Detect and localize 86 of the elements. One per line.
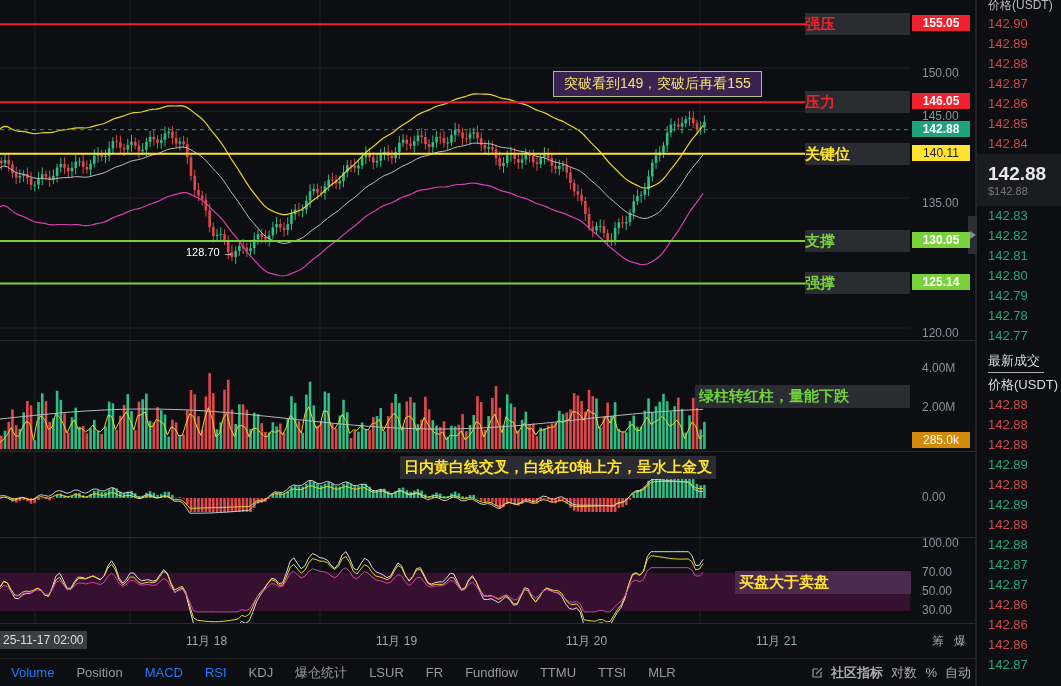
trade-price: 142.86 [988, 616, 1029, 634]
bid-price: 142.78 [988, 307, 1029, 325]
toolbar-button[interactable]: 自动 [941, 663, 975, 682]
trade-price: 142.87 [988, 656, 1029, 674]
price-tag: 146.05 [912, 93, 970, 110]
column-header: 价格(USDT) [988, 0, 1054, 14]
trade-price: 142.88 [988, 416, 1029, 434]
indicator-tab[interactable]: MACD [133, 665, 194, 680]
crosshair-time-label: 25-11-17 02:00 [0, 631, 87, 649]
trade-price: 142.88 [988, 516, 1029, 534]
collapse-button[interactable] [968, 216, 977, 254]
indicator-tab[interactable]: Position [65, 665, 134, 680]
toolbar-button[interactable]: % [921, 665, 941, 680]
ask-price: 142.85 [988, 115, 1029, 133]
axis-label: 30.00 [922, 603, 953, 617]
ask-price: 142.90 [988, 15, 1029, 33]
callout-label: 突破看到149，突破后再看155 [553, 71, 762, 97]
ask-price: 142.88 [988, 55, 1029, 73]
trade-price: 142.87 [988, 556, 1029, 574]
axis-label: 100.00 [922, 536, 959, 550]
bid-price: 142.80 [988, 267, 1029, 285]
ask-price: 142.87 [988, 75, 1029, 93]
price-tag: 140.11 [912, 144, 970, 161]
price-tag: 155.05 [912, 15, 970, 32]
ask-price: 142.89 [988, 35, 1029, 53]
trade-price: 142.88 [988, 536, 1029, 554]
axis-label: 150.00 [922, 66, 959, 80]
axis-label: 120.00 [922, 326, 959, 340]
bid-price: 142.83 [988, 207, 1029, 225]
indicator-tab[interactable]: KDJ [237, 665, 285, 680]
indicator-tab[interactable]: RSI [193, 665, 238, 680]
column-header: 价格(USDT) [988, 376, 1060, 394]
ask-price: 142.84 [988, 135, 1029, 153]
indicator-tab[interactable]: TTSI [587, 665, 638, 680]
trade-price: 142.88 [988, 476, 1029, 494]
bid-price: 142.81 [988, 247, 1029, 265]
price-tag: 125.14 [912, 274, 970, 291]
low-price-label: 128.70 → [186, 246, 234, 258]
corner-button[interactable]: 爆 [954, 633, 966, 650]
trades-tab[interactable]: 最新成交 [988, 346, 1044, 373]
annotation-label: 日内黄白线交叉，白线在0轴上方，呈水上金叉 [400, 456, 717, 479]
time-label: 11月 21 [756, 633, 798, 650]
price-level-label: 压力 [805, 91, 910, 114]
toolbar-button[interactable]: 对数 [887, 663, 922, 682]
trade-price: 142.89 [988, 496, 1029, 514]
last-price: 142.88 [988, 163, 1048, 185]
bid-price: 142.82 [988, 227, 1029, 245]
price-level-label: 强压 [805, 13, 910, 36]
time-label: 11月 20 [566, 633, 608, 650]
trade-price: 142.87 [988, 576, 1029, 594]
indicator-tab[interactable]: LSUR [358, 665, 415, 680]
last-price-usd: $142.88 [988, 185, 1029, 197]
time-label: 11月 19 [376, 633, 418, 650]
ask-price: 142.86 [988, 95, 1029, 113]
axis-label: 70.00 [922, 564, 953, 579]
volume-tag: 285.0k [912, 432, 970, 448]
price-level-label: 强撑 [805, 272, 910, 295]
axis-label: 50.00 [922, 583, 953, 598]
annotation-label: 买盘大于卖盘 [735, 571, 911, 594]
bid-price: 142.77 [988, 327, 1029, 345]
indicator-tab[interactable]: Volume [0, 665, 66, 680]
toolbar-button[interactable]: 社区指标 [827, 663, 888, 682]
trade-price: 142.86 [988, 636, 1029, 654]
indicator-tab[interactable]: 爆仓统计 [284, 663, 359, 682]
price-tag: 130.05 [912, 231, 970, 248]
trade-price: 142.88 [988, 436, 1029, 454]
annotation-label: 绿柱转红柱，量能下跌 [695, 385, 910, 408]
indicator-tab[interactable]: FR [414, 665, 455, 680]
trade-price: 142.88 [988, 396, 1029, 414]
axis-label: 0.00 [922, 490, 946, 504]
triangle-icon [969, 231, 976, 239]
indicator-tab[interactable]: MLR [637, 665, 687, 680]
indicator-tab[interactable]: Fundflow [454, 665, 529, 680]
price-level-label: 支撑 [805, 229, 910, 252]
trade-price: 142.86 [988, 596, 1029, 614]
edit-icon [812, 667, 824, 678]
trade-price: 142.89 [988, 456, 1029, 474]
indicator-tab[interactable]: TTMU [528, 665, 588, 680]
price-tag: 142.88 [912, 120, 970, 137]
price-level-label: 关键位 [805, 142, 910, 165]
corner-button[interactable]: 筹 [932, 633, 944, 650]
axis-label: 4.00M [922, 361, 956, 375]
axis-label: 2.00M [922, 400, 956, 414]
time-label: 11月 18 [186, 633, 228, 650]
axis-label: 135.00 [922, 196, 959, 210]
bid-price: 142.79 [988, 287, 1029, 305]
